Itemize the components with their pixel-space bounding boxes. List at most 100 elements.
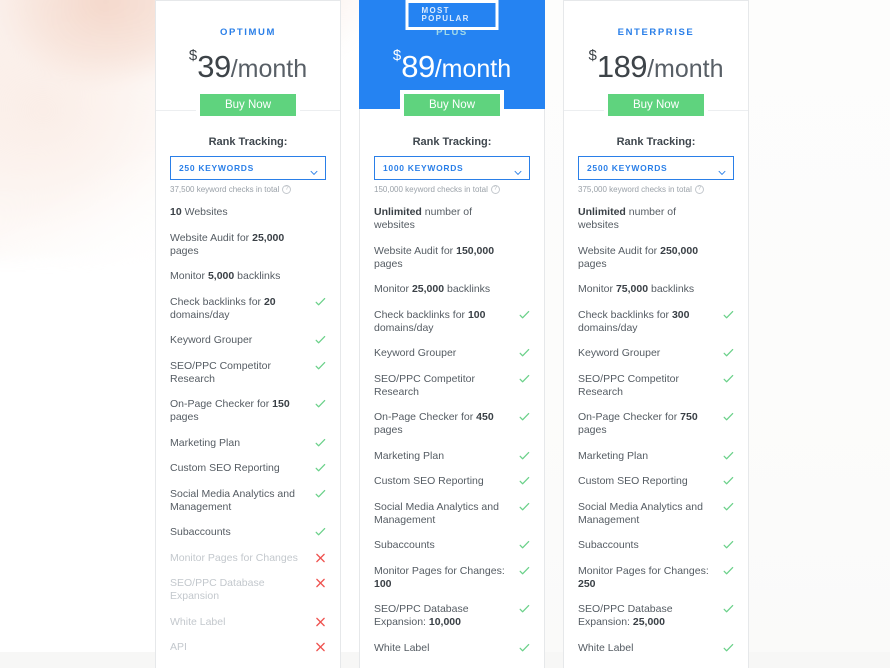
feature-item: Keyword Grouper: [170, 334, 326, 347]
feature-item: Website Audit for 25,000 pages: [170, 232, 326, 258]
check-icon: [519, 347, 530, 359]
plan-name: ENTERPRISE: [617, 27, 695, 38]
rank-tracking-label: Rank Tracking:: [412, 136, 492, 148]
feature-label: White Label: [374, 641, 430, 654]
feature-label: Monitor Pages for Changes: [170, 551, 298, 564]
price-amount: 39: [197, 49, 231, 84]
feature-item: Monitor Pages for Changes: 100: [374, 565, 530, 591]
feature-item: On-Page Checker for 750 pages: [578, 411, 734, 437]
feature-item: Check backlinks for 300 domains/day: [578, 309, 734, 335]
feature-item: Monitor Pages for Changes: 250: [578, 565, 734, 591]
feature-label: SEO/PPC Database Expansion: 25,000: [578, 603, 673, 628]
feature-label: Social Media Analytics and Management: [170, 487, 295, 513]
chevron-down-icon: [514, 164, 522, 175]
check-icon: [519, 539, 530, 551]
buy-now-button[interactable]: Buy Now: [400, 90, 504, 120]
pricing-card-enterprise: ENTERPRISE $189/month Buy Now Rank Tracking…: [563, 0, 749, 668]
question-mark-icon[interactable]: ?: [282, 185, 292, 194]
feature-label: Social Media Analytics and Management: [578, 500, 703, 526]
feature-label: On-Page Checker for 750 pages: [578, 411, 698, 436]
feature-list-plus: Unlimited number of websites Website Audi…: [360, 206, 544, 668]
feature-item: Monitor 75,000 backlinks: [578, 283, 734, 296]
feature-item: Social Media Analytics and Management: [170, 488, 326, 514]
feature-label: 10 Websites: [170, 206, 228, 218]
keywords-select[interactable]: 250 KEYWORDS: [170, 156, 326, 180]
feature-item: Marketing Plan: [578, 450, 734, 463]
feature-item: Website Audit for 250,000 pages: [578, 245, 734, 271]
feature-item: Custom SEO Reporting: [170, 462, 326, 475]
check-icon: [723, 603, 734, 615]
feature-list-enterprise: Unlimited number of websites Website Audi…: [564, 206, 748, 668]
check-icon: [723, 501, 734, 513]
feature-item: Marketing Plan: [170, 437, 326, 450]
feature-label: Subaccounts: [170, 526, 231, 538]
feature-label: Monitor Pages for Changes: 100: [374, 564, 505, 590]
check-icon: [519, 642, 530, 654]
feature-label: Unlimited number of websites: [578, 206, 677, 231]
currency-symbol: $: [188, 47, 198, 64]
keywords-select[interactable]: 2500 KEYWORDS: [578, 156, 734, 180]
keyword-checks-text: 375,000 keyword checks in total: [578, 185, 692, 194]
plan-price: $39/month: [156, 48, 340, 82]
currency-symbol: $: [588, 47, 597, 64]
feature-item: Unlimited number of websites: [578, 206, 734, 232]
plan-price: $189/month: [564, 48, 748, 82]
feature-label: Check backlinks for 20 domains/day: [170, 295, 276, 321]
feature-item: Keyword Grouper: [578, 347, 734, 360]
feature-label: API: [170, 641, 187, 653]
buy-now-wrap: Buy Now: [359, 90, 545, 132]
card-body-plus: Rank Tracking: 1000 KEYWORDS 150,000 keywo…: [359, 109, 545, 668]
feature-item: SEO/PPC Database Expansion: 10,000: [374, 603, 530, 629]
feature-label: Website Audit for 250,000 pages: [578, 244, 699, 270]
plan-name: OPTIMUM: [219, 27, 277, 38]
feature-item: Unlimited number of websites: [374, 206, 530, 232]
feature-label: Monitor 75,000 backlinks: [578, 283, 695, 295]
chevron-down-icon: [310, 164, 318, 175]
feature-item: Social Media Analytics and Management: [578, 501, 734, 527]
buy-now-button[interactable]: Buy Now: [196, 90, 300, 120]
feature-label: Marketing Plan: [374, 449, 445, 462]
feature-item: Subaccounts: [374, 539, 530, 552]
rank-tracking-label: Rank Tracking:: [208, 136, 288, 148]
feature-label: Keyword Grouper: [578, 347, 661, 359]
question-mark-icon[interactable]: ?: [694, 185, 704, 194]
check-icon: [723, 642, 734, 654]
feature-label: White Label: [578, 641, 634, 654]
check-icon: [519, 475, 530, 487]
feature-label: SEO/PPC Competitor Research: [374, 372, 475, 398]
feature-item: Subaccounts: [578, 539, 734, 552]
check-icon: [723, 475, 734, 487]
feature-label: Monitor 5,000 backlinks: [170, 270, 281, 282]
check-icon: [315, 334, 326, 346]
feature-label: White Label: [170, 615, 226, 628]
feature-label: On-Page Checker for 150 pages: [170, 398, 290, 423]
pricing-card-plus: MOST POPULAR PLUS $89/month Buy Now Rank Tra…: [359, 0, 545, 668]
buy-now-button[interactable]: Buy Now: [604, 90, 708, 120]
feature-label: Custom SEO Reporting: [578, 475, 688, 487]
feature-item: Monitor 25,000 backlinks: [374, 283, 530, 296]
check-icon: [723, 450, 734, 462]
cross-icon: [315, 641, 326, 653]
feature-item: Monitor 5,000 backlinks: [170, 270, 326, 283]
check-icon: [315, 526, 326, 538]
question-mark-icon[interactable]: ?: [490, 185, 500, 194]
keywords-select-value: 1000 KEYWORDS: [383, 163, 464, 173]
feature-label: SEO/PPC Database Expansion: [170, 577, 265, 602]
check-icon: [519, 373, 530, 385]
feature-label: Unlimited number of websites: [374, 206, 473, 231]
check-icon: [723, 539, 734, 551]
feature-label: Subaccounts: [374, 539, 435, 551]
feature-item: Subaccounts: [170, 526, 326, 539]
feature-item: SEO/PPC Database Expansion: [170, 577, 326, 603]
check-icon: [315, 462, 326, 474]
check-icon: [723, 347, 734, 359]
feature-label: Social Media Analytics and Management: [374, 500, 499, 526]
currency-symbol: $: [392, 47, 402, 64]
keywords-select[interactable]: 1000 KEYWORDS: [374, 156, 530, 180]
check-icon: [519, 603, 530, 615]
feature-label: Custom SEO Reporting: [170, 462, 280, 474]
feature-item: Social Media Analytics and Management: [374, 501, 530, 527]
feature-item: Check backlinks for 100 domains/day: [374, 309, 530, 335]
price-period: /month: [230, 55, 308, 83]
keyword-checks-text: 150,000 keyword checks in total: [374, 185, 488, 194]
